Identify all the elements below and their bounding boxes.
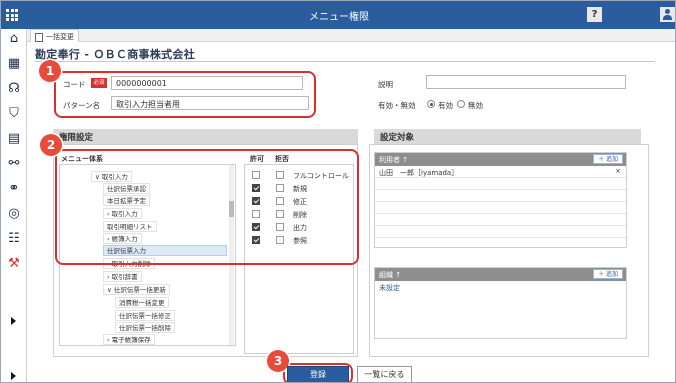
tree-node[interactable]: › 電子帳簿保存	[103, 334, 155, 345]
tree-node[interactable]: 仕訳伝票一括削除	[115, 322, 175, 333]
tree-node[interactable]: 仕訳伝票一括修正	[115, 310, 175, 321]
org-unset-link[interactable]: 未設定	[375, 281, 626, 293]
annotation-badge-1: 1	[39, 60, 61, 82]
org-table: 組織 ↑ ＋ 追加 未設定	[374, 267, 627, 339]
highlight-box-1	[54, 71, 316, 118]
tree-node[interactable]: › 取引辞書	[103, 271, 142, 282]
radio-disabled-label: 無効	[468, 101, 483, 110]
users-icon[interactable]: ☊	[6, 81, 22, 97]
sidebar: ⌂ ▦ ☊ ⛉ ▤ ⚯ ⚭ ◎ ☷ ⚒	[1, 29, 27, 382]
highlight-box-2	[55, 149, 359, 265]
table-row-empty	[375, 226, 626, 238]
share-icon[interactable]: ⚯	[6, 156, 22, 172]
top-bar: メニュー権限 ?	[1, 1, 675, 29]
status-label: 有効・無効	[378, 101, 416, 110]
title-divider	[35, 61, 655, 62]
register-button[interactable]: 登録	[287, 366, 349, 382]
shield-icon[interactable]: ⛉	[6, 106, 22, 122]
table-row-empty	[375, 214, 626, 226]
id-card-icon[interactable]: ▤	[6, 131, 22, 147]
table-row-empty	[375, 202, 626, 214]
users-table-header: 利用者 ↑ ＋ 追加	[375, 153, 626, 166]
annotation-badge-3: 3	[267, 350, 289, 372]
add-user-button[interactable]: ＋ 追加	[593, 154, 623, 164]
home-icon[interactable]: ⌂	[6, 31, 22, 47]
building-icon[interactable]: ▦	[6, 56, 22, 72]
table-row-empty	[375, 190, 626, 202]
annotation-badge-2: 2	[40, 134, 62, 156]
description-input[interactable]	[426, 75, 626, 89]
expand-arrow-icon[interactable]	[11, 317, 16, 325]
tab-bar: 一括変更	[27, 29, 675, 42]
company-title: 勘定奉行 - ＯＢＣ商事株式会社	[35, 48, 196, 61]
binoculars-icon[interactable]: ⚭	[6, 181, 22, 197]
window-title: メニュー権限	[309, 12, 369, 23]
radio-enabled[interactable]	[427, 100, 435, 108]
users-table: 利用者 ↑ ＋ 追加 山田 一郎［iyamada］ ×	[374, 152, 627, 248]
expand-arrow-icon-bottom[interactable]	[11, 372, 16, 380]
chevron-down-icon: ∨	[107, 286, 114, 294]
radio-disabled[interactable]	[457, 100, 465, 108]
hammer-icon[interactable]: ⚒	[6, 256, 22, 272]
back-to-list-button[interactable]: 一覧に戻る	[357, 366, 412, 382]
tree-node[interactable]: 消費税一括変更	[115, 297, 169, 308]
remove-user-button[interactable]: ×	[615, 167, 621, 175]
network-icon[interactable]: ◎	[6, 206, 22, 222]
app-window: メニュー権限 ? ⌂ ▦ ☊ ⛉ ▤ ⚯ ⚭ ◎ ☷ ⚒ 一括変更 勘定奉行 -…	[0, 0, 676, 383]
user-name: 山田 一郎［iyamada］	[379, 169, 459, 177]
target-section-header: 設定対象	[374, 129, 641, 144]
tab-bulk-change[interactable]: 一括変更	[30, 29, 79, 42]
org-table-header: 組織 ↑ ＋ 追加	[375, 268, 626, 281]
help-button[interactable]: ?	[587, 7, 602, 22]
certificate-icon[interactable]: ☷	[6, 231, 22, 247]
description-label: 説明	[378, 80, 393, 89]
table-row-empty	[375, 178, 626, 190]
tree-node[interactable]: ∨ 仕訳伝票一括更新	[103, 284, 170, 295]
add-org-button[interactable]: ＋ 追加	[593, 269, 623, 279]
table-row[interactable]: 山田 一郎［iyamada］ ×	[375, 166, 626, 178]
permission-section-header: 権限設定	[53, 129, 358, 144]
user-icon[interactable]	[660, 7, 675, 22]
radio-enabled-label: 有効	[438, 101, 453, 110]
